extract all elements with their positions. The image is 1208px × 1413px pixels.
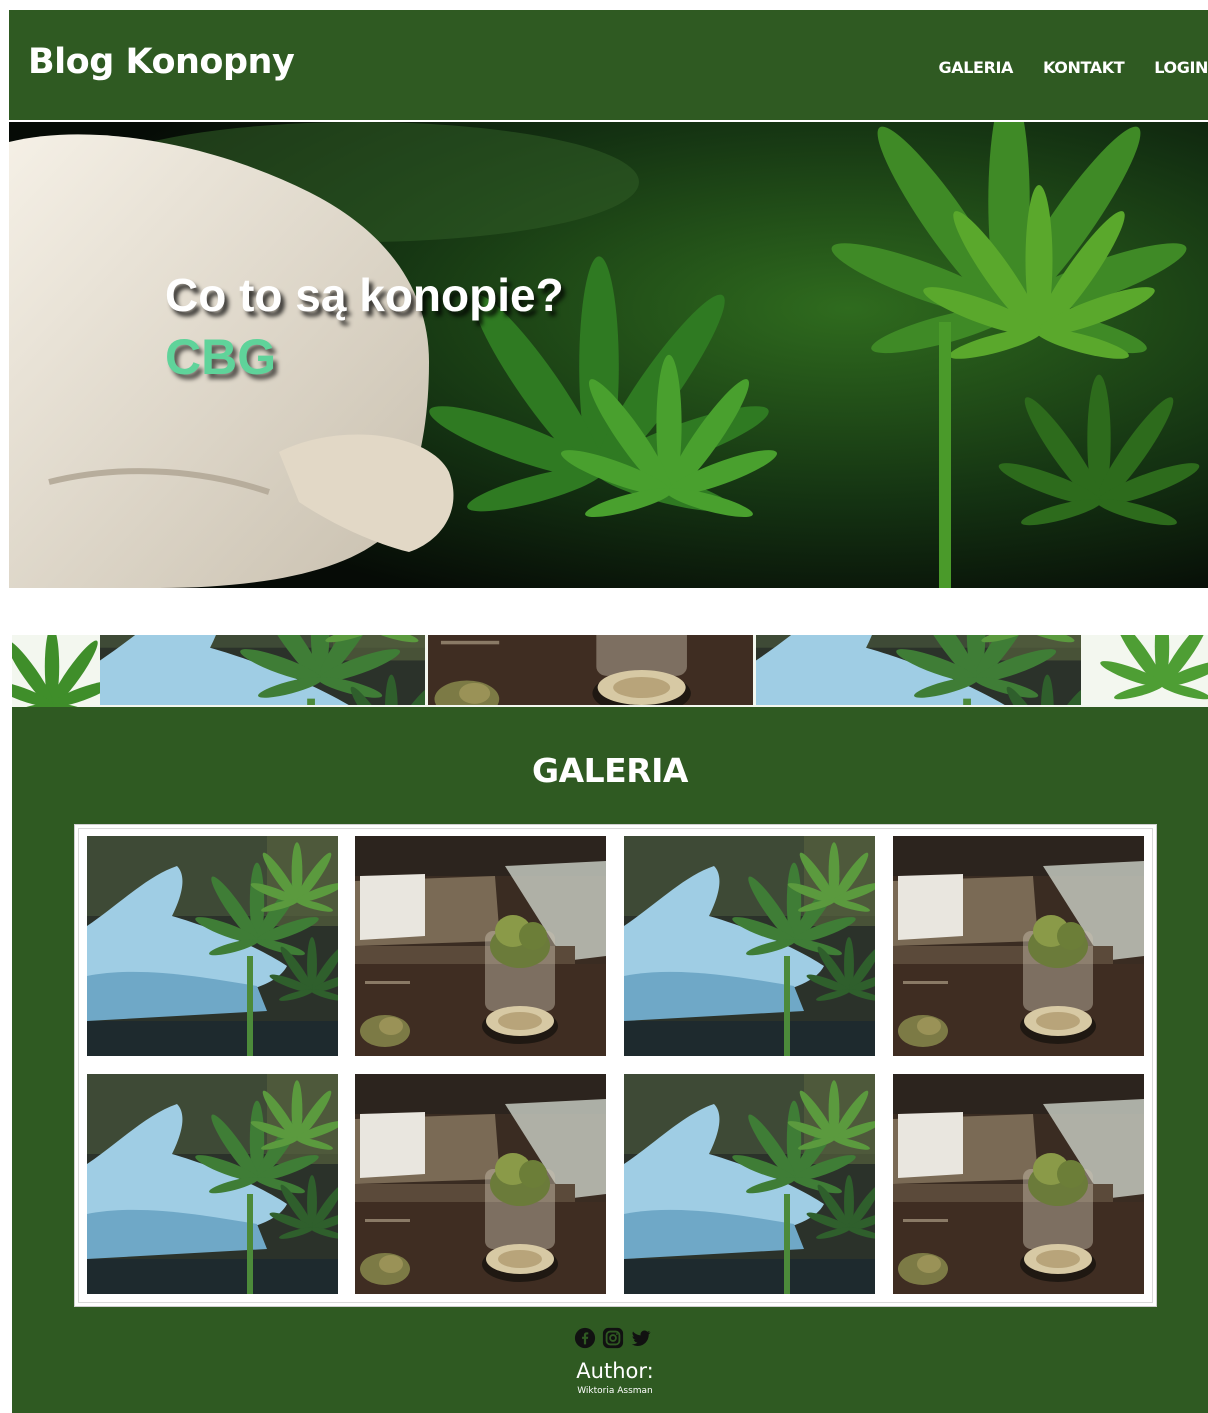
gallery-image[interactable]	[624, 1074, 875, 1294]
strip-thumbnail[interactable]	[100, 635, 425, 705]
hero-title: Co to są konopie?	[165, 269, 564, 321]
gallery-image[interactable]	[624, 836, 875, 1056]
main-nav: GALERIA KONTAKT LOGIN	[939, 58, 1208, 82]
page: Blog Konopny GALERIA KONTAKT LOGIN Co to…	[0, 0, 1208, 1413]
hero-banner: Co to są konopie? CBG	[9, 122, 1208, 588]
strip-thumbnail[interactable]	[756, 635, 1081, 705]
facebook-icon[interactable]	[574, 1327, 596, 1349]
image-strip	[12, 635, 1208, 715]
gallery-grid	[74, 824, 1157, 1307]
gallery-image[interactable]	[893, 836, 1144, 1056]
gallery-image[interactable]	[893, 1074, 1144, 1294]
strip-thumbnail[interactable]	[428, 635, 753, 705]
instagram-icon[interactable]	[602, 1327, 624, 1349]
nav-link-kontakt[interactable]: KONTAKT	[1043, 58, 1125, 82]
twitter-icon[interactable]	[630, 1327, 652, 1349]
author-label: Author:	[576, 1359, 654, 1383]
nav-link-galeria[interactable]: GALERIA	[939, 58, 1014, 82]
gallery-image[interactable]	[355, 1074, 606, 1294]
social-links	[574, 1327, 652, 1349]
nav-link-login[interactable]: LOGIN	[1154, 58, 1208, 82]
gallery-section: GALERIA Author: Wiktoria Assman	[12, 713, 1208, 1413]
site-brand[interactable]: Blog Konopny	[28, 42, 295, 82]
header-bar: Blog Konopny GALERIA KONTAKT LOGIN	[9, 10, 1208, 120]
hero-subtitle: CBG	[165, 329, 277, 385]
gallery-image[interactable]	[355, 836, 606, 1056]
gallery-image[interactable]	[87, 1074, 338, 1294]
author-name: Wiktoria Assman	[577, 1386, 653, 1396]
gallery-image[interactable]	[87, 836, 338, 1056]
gallery-title: GALERIA	[532, 751, 688, 790]
